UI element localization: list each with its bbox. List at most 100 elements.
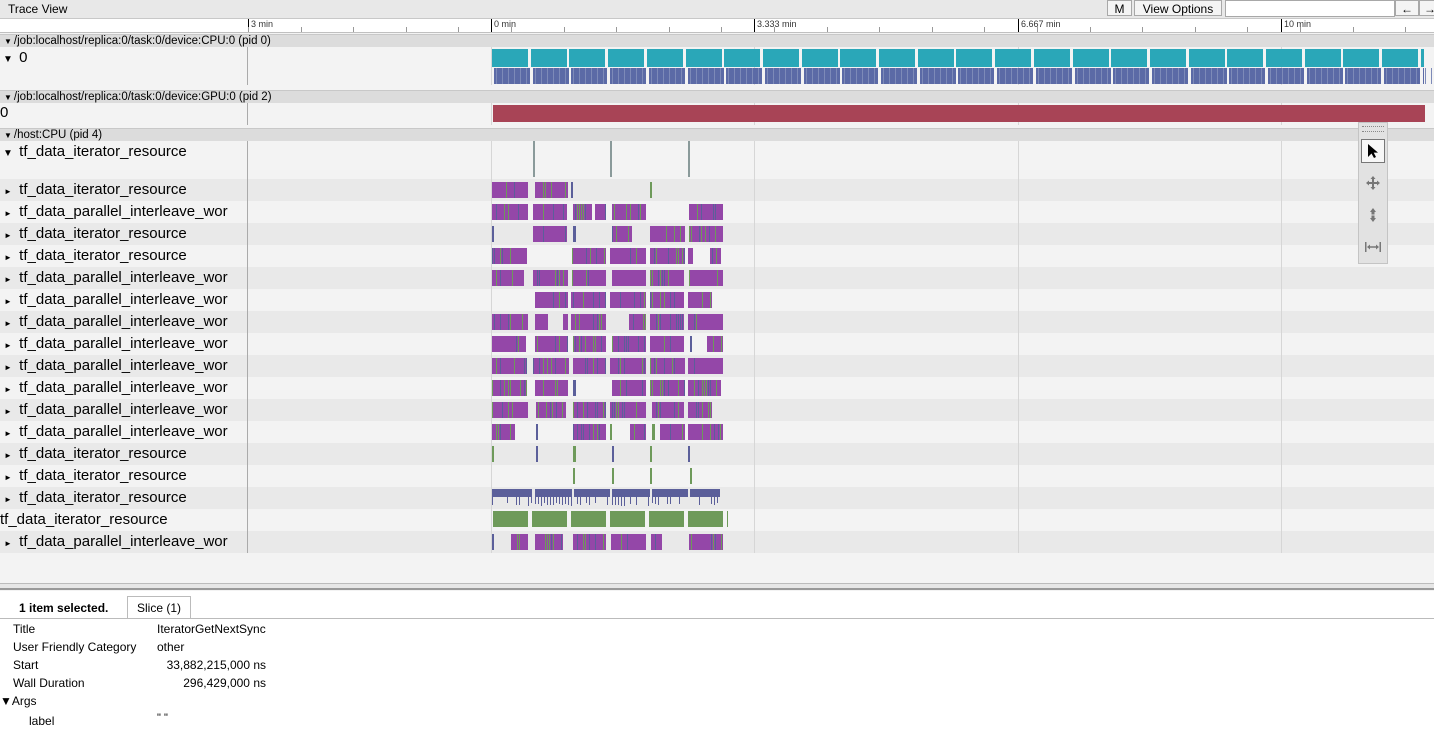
cpu-divider[interactable]: [597, 68, 599, 84]
cpu-divider[interactable]: [1365, 68, 1367, 84]
cpu-subslice[interactable]: [610, 68, 647, 84]
cpu-divider[interactable]: [945, 68, 947, 84]
cpu-divider[interactable]: [1377, 68, 1379, 84]
slice-marker[interactable]: [610, 141, 612, 177]
cpu-subslice[interactable]: [881, 68, 917, 84]
slice-stripe[interactable]: [506, 182, 507, 198]
slice-stripe[interactable]: [672, 358, 673, 374]
slice-stripe[interactable]: [500, 270, 501, 286]
slice-marker[interactable]: [533, 141, 535, 177]
cpu-divider[interactable]: [1320, 68, 1322, 84]
cpu-divider[interactable]: [642, 68, 644, 84]
cpu-divider[interactable]: [805, 68, 807, 84]
slice-stripe[interactable]: [597, 358, 598, 374]
slice-stripe[interactable]: [658, 270, 659, 286]
slice-stripe[interactable]: [565, 226, 566, 242]
thread-row[interactable]: ► tf_data_iterator_resource: [0, 443, 1434, 465]
slice-stripe[interactable]: [624, 336, 625, 352]
slice-stripe[interactable]: [512, 270, 513, 286]
cpu-subslice[interactable]: [1151, 68, 1188, 84]
cpu-divider[interactable]: [546, 68, 548, 84]
slice-stripe[interactable]: [522, 314, 523, 330]
subslice[interactable]: [699, 497, 700, 505]
cpu-slice[interactable]: [724, 49, 761, 67]
slice-stripe[interactable]: [638, 204, 639, 220]
slice-stripe[interactable]: [644, 292, 645, 308]
slice-stripe[interactable]: [656, 314, 657, 330]
slice-stripe[interactable]: [581, 204, 582, 220]
thread-track[interactable]: [249, 289, 1434, 311]
expand-triangle-icon[interactable]: ►: [1, 423, 15, 443]
cpu-divider[interactable]: [1353, 68, 1355, 84]
collapse-triangle-icon[interactable]: ▼: [4, 37, 12, 46]
slice-stripe[interactable]: [573, 424, 574, 440]
cpu-divider[interactable]: [719, 68, 721, 84]
slice-stripe[interactable]: [526, 358, 527, 374]
cpu-slice[interactable]: [646, 49, 683, 67]
cpu-divider[interactable]: [534, 68, 536, 84]
slice-stripe[interactable]: [717, 270, 718, 286]
slice-stripe[interactable]: [581, 336, 582, 352]
cpu-subslice[interactable]: [726, 68, 763, 84]
thread-track[interactable]: [249, 421, 1434, 443]
slice-stripe[interactable]: [589, 534, 590, 550]
slice-stripe[interactable]: [666, 226, 667, 242]
slice-stripe[interactable]: [557, 270, 558, 286]
cpu-divider[interactable]: [603, 68, 605, 84]
slice-stripe[interactable]: [537, 336, 538, 352]
slice-stripe[interactable]: [708, 402, 709, 418]
expand-triangle-icon[interactable]: ►: [1, 489, 15, 509]
slice-stripe[interactable]: [565, 358, 566, 374]
slice-stripe[interactable]: [494, 248, 495, 264]
slice-stripe[interactable]: [660, 270, 661, 286]
cpu-slice[interactable]: [1343, 49, 1380, 67]
slice-stripe[interactable]: [589, 424, 590, 440]
slice-stripe[interactable]: [682, 314, 683, 330]
slice[interactable]: [612, 380, 646, 396]
slice[interactable]: [612, 226, 632, 242]
slice-stripe[interactable]: [664, 380, 665, 396]
slice[interactable]: [492, 336, 526, 352]
pointer-icon[interactable]: [1361, 139, 1385, 163]
subslice[interactable]: [580, 497, 581, 505]
slice-stripe[interactable]: [626, 204, 627, 220]
cpu-divider[interactable]: [1183, 68, 1185, 84]
slice[interactable]: [572, 270, 606, 286]
slice[interactable]: [651, 534, 662, 550]
slice[interactable]: [492, 182, 528, 198]
slice-stripe[interactable]: [553, 292, 554, 308]
slice-marker[interactable]: [612, 446, 614, 462]
cpu-divider[interactable]: [1282, 68, 1283, 84]
cpu-divider[interactable]: [740, 68, 742, 84]
cpu-divider[interactable]: [1115, 68, 1117, 84]
slice-stripe[interactable]: [676, 248, 677, 264]
slice-stripe[interactable]: [605, 402, 606, 418]
cpu-divider[interactable]: [772, 68, 774, 84]
cpu-slice[interactable]: [917, 49, 954, 67]
slice-marker[interactable]: [571, 182, 573, 198]
slice-marker[interactable]: [690, 336, 692, 352]
slice-stripe[interactable]: [702, 402, 703, 418]
cpu-divider[interactable]: [1249, 68, 1251, 84]
slice-stripe[interactable]: [654, 248, 655, 264]
slice-stripe[interactable]: [627, 534, 628, 550]
thread-row[interactable]: ► tf_data_iterator_resource: [0, 223, 1434, 245]
slice-stripe[interactable]: [492, 380, 493, 396]
expand-triangle-icon[interactable]: ►: [1, 467, 15, 487]
slice-stripe[interactable]: [577, 424, 578, 440]
slice-stripe[interactable]: [585, 534, 586, 550]
slice-stripe[interactable]: [704, 380, 705, 396]
cpu-divider[interactable]: [1416, 68, 1418, 84]
thread-row[interactable]: ► tf_data_parallel_interleave_wor: [0, 333, 1434, 355]
slice-stripe[interactable]: [630, 204, 631, 220]
cpu-divider[interactable]: [630, 68, 632, 84]
cpu-divider[interactable]: [1332, 68, 1334, 84]
slice-stripe[interactable]: [579, 204, 580, 220]
cpu-divider[interactable]: [927, 68, 929, 84]
cpu-divider[interactable]: [1082, 68, 1084, 84]
slice-stripe[interactable]: [715, 226, 716, 242]
slice-stripe[interactable]: [585, 358, 586, 374]
slice-stripe[interactable]: [701, 226, 702, 242]
cpu-slice[interactable]: [1072, 49, 1109, 67]
slice[interactable]: [650, 292, 684, 308]
